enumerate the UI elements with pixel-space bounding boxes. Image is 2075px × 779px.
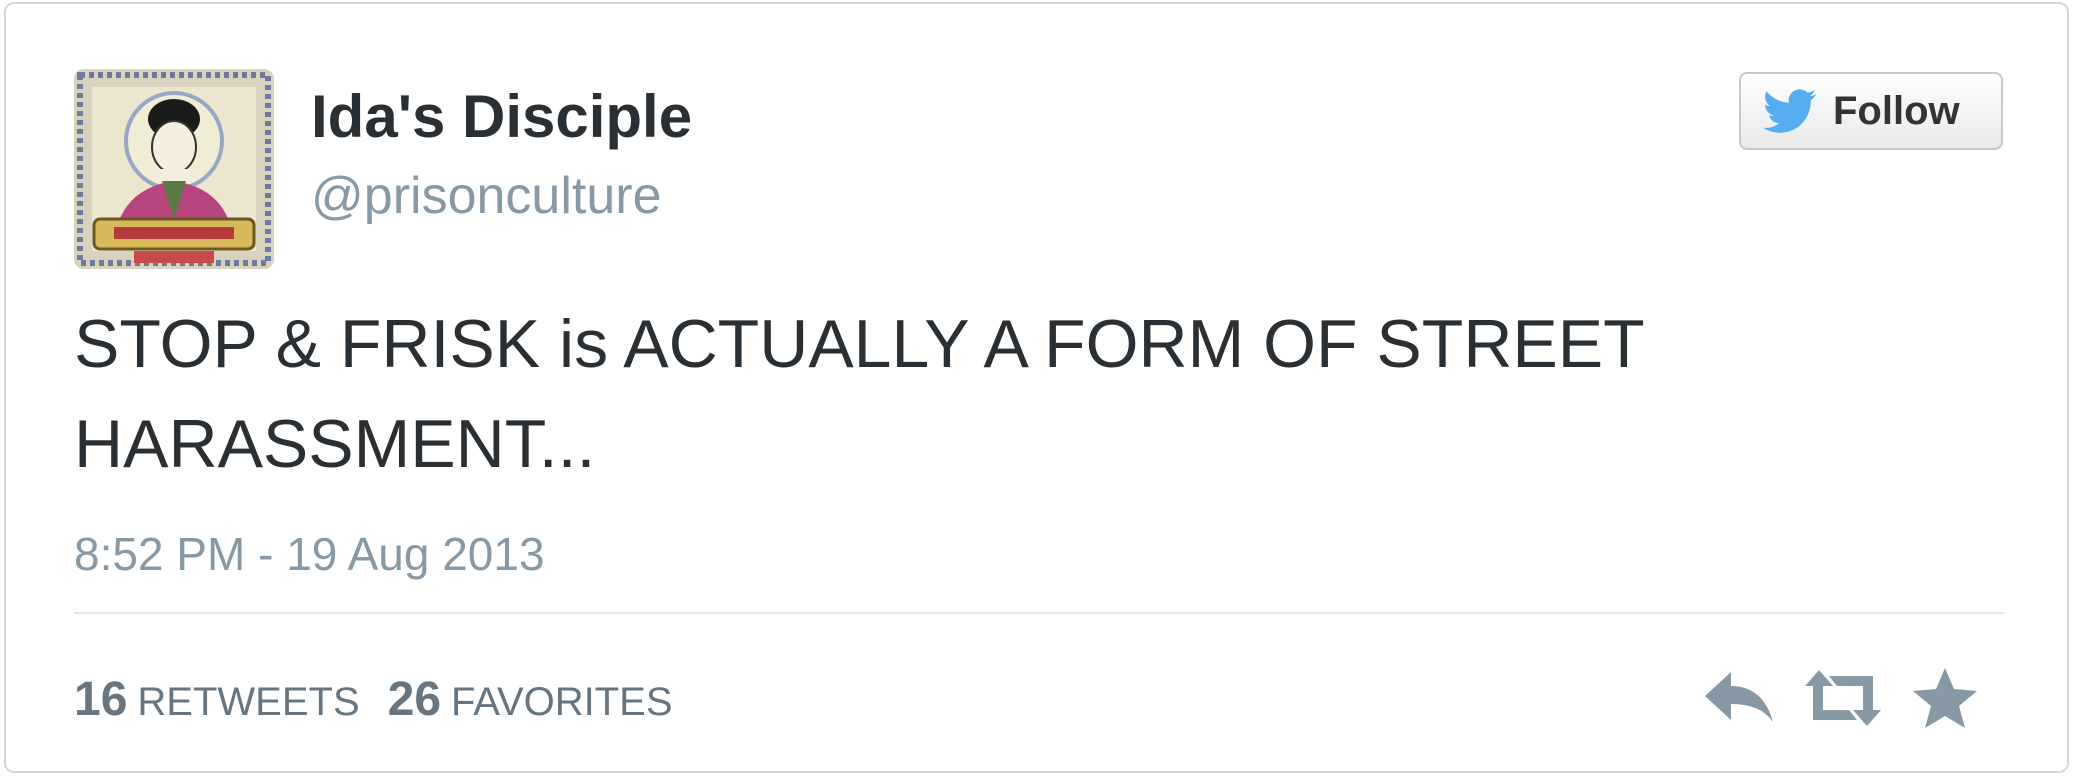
tweet-text: STOP & FRISK is ACTUALLY A FORM OF STREE…: [74, 306, 1644, 482]
tweet-card: Ida's Disciple @prisonculture Follow STO…: [4, 2, 2069, 773]
favorites-stat[interactable]: 26 FAVORITES: [388, 672, 673, 727]
tweet-stats: 16 RETWEETS 26 FAVORITES: [74, 672, 701, 727]
avatar-image: [74, 69, 274, 269]
screen-name[interactable]: @prisonculture: [311, 166, 662, 226]
tweet-actions: [1701, 666, 2007, 730]
divider: [74, 612, 2004, 614]
star-icon[interactable]: [1905, 666, 1985, 730]
favorites-count: 26: [387, 673, 442, 726]
twitter-bird-icon: [1763, 89, 1817, 133]
favorites-label: FAVORITES: [451, 680, 673, 724]
retweet-icon[interactable]: [1803, 666, 1883, 730]
reply-icon[interactable]: [1701, 666, 1781, 730]
follow-button[interactable]: Follow: [1739, 72, 2003, 150]
display-name[interactable]: Ida's Disciple: [311, 82, 692, 151]
retweets-stat[interactable]: 16 RETWEETS: [74, 672, 360, 727]
follow-label: Follow: [1833, 88, 1960, 133]
retweets-count: 16: [74, 673, 128, 726]
avatar[interactable]: [74, 69, 274, 269]
retweets-label: RETWEETS: [137, 680, 360, 724]
tweet-timestamp[interactable]: 8:52 PM - 19 Aug 2013: [74, 527, 545, 581]
